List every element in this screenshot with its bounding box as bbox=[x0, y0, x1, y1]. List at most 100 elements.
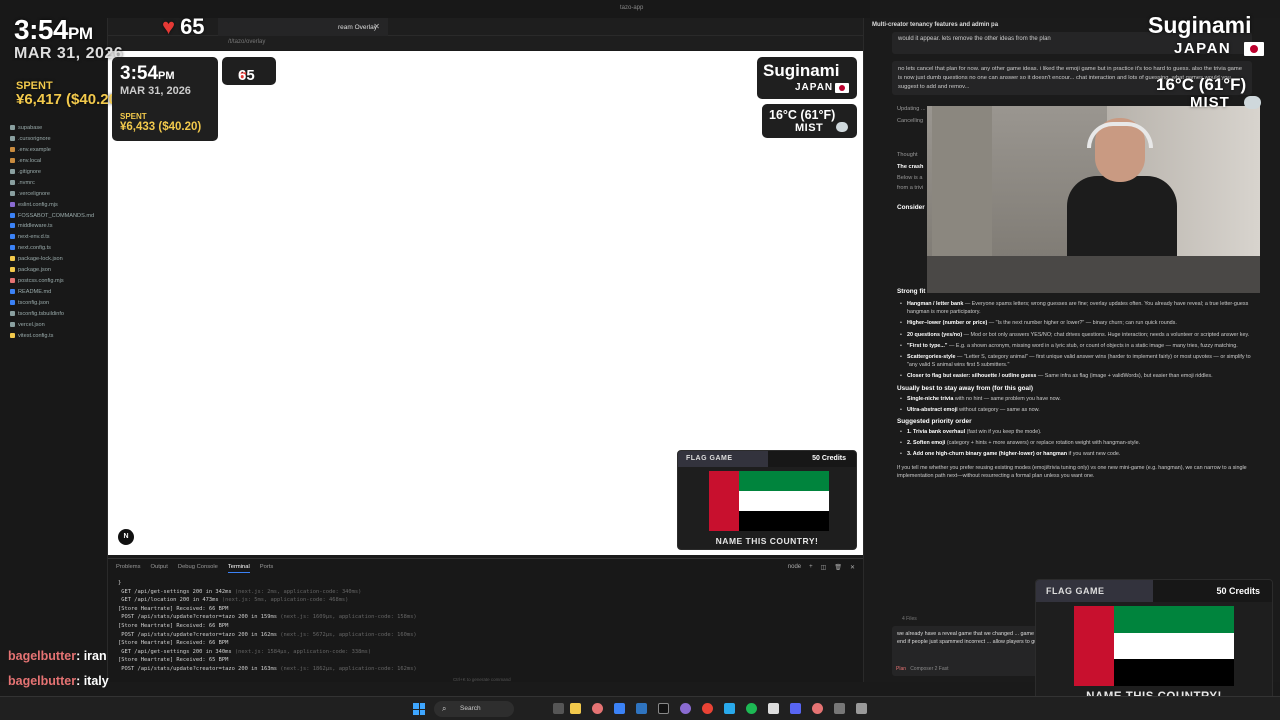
bullet-item: Higher–lower (number or price) — "Is the… bbox=[897, 319, 1257, 327]
files-changed[interactable]: 4 Files bbox=[902, 616, 917, 622]
flag-game-title: FLAG GAME bbox=[686, 455, 733, 462]
file-item[interactable]: vitest.config.ts bbox=[10, 331, 94, 342]
preview-heart-card: ♥ 65 bbox=[222, 57, 276, 85]
bullet-item: Single-niche trivia with no hint — same … bbox=[897, 395, 1257, 403]
file-item[interactable]: tsconfig.json bbox=[10, 298, 94, 309]
file-item[interactable]: .cursorignore bbox=[10, 134, 94, 145]
terminal-detail: (next.js: 2ms, application-code: 340ms) bbox=[231, 588, 362, 595]
file-item[interactable]: middleware.ts bbox=[10, 221, 94, 232]
file-item[interactable]: package-lock.json bbox=[10, 254, 94, 265]
section-heading: Consider bbox=[897, 204, 925, 211]
file-item[interactable]: postcss.config.mjs bbox=[10, 276, 94, 287]
xbox-icon[interactable] bbox=[746, 703, 757, 714]
bullet-bold: Single-niche trivia bbox=[907, 395, 954, 402]
bullet-item: "First to type..." — E.g. a shown acrony… bbox=[897, 342, 1257, 350]
file-item[interactable]: .gitignore bbox=[10, 167, 94, 178]
bullet-text: — Same infra as flag (image + validWords… bbox=[1036, 373, 1213, 380]
panel-tab[interactable]: Problems bbox=[116, 564, 140, 573]
file-item[interactable]: .env.example bbox=[10, 145, 94, 156]
discord-icon[interactable] bbox=[790, 703, 801, 714]
mist-icon bbox=[1244, 96, 1261, 109]
file-item[interactable]: .vercelignore bbox=[10, 189, 94, 200]
browser-url-bar[interactable]: /t/tazo/overlay bbox=[108, 36, 863, 50]
overlay-temperature: 16°C (61°F) bbox=[1156, 75, 1247, 94]
close-icon[interactable]: ✕ bbox=[373, 22, 380, 31]
heart-rate-value: 65 bbox=[180, 14, 205, 39]
file-icon bbox=[10, 256, 15, 262]
file-item[interactable]: vercel.json bbox=[10, 320, 94, 331]
mode-selector[interactable]: Plan bbox=[896, 666, 906, 672]
flag-game-credits: 50 Credits bbox=[812, 455, 846, 462]
taskbar-search[interactable]: ⌕ Search bbox=[434, 701, 514, 717]
file-item[interactable]: .env.local bbox=[10, 156, 94, 167]
split-icon[interactable]: ◫ bbox=[821, 564, 827, 571]
file-icon bbox=[10, 245, 15, 251]
model-selector[interactable]: Composer 2 Fast bbox=[910, 666, 948, 672]
editor-icon[interactable] bbox=[614, 703, 625, 714]
overlay-heart-rate: ♥ 65 bbox=[162, 14, 205, 40]
panel-tab[interactable]: Ports bbox=[260, 564, 274, 573]
bullet-bold: 1. Trivia bank overhaul bbox=[907, 429, 966, 436]
file-list: supabase .cursorignore .env.example .env.lo… bbox=[10, 123, 94, 342]
file-name: .gitignore bbox=[18, 168, 42, 175]
file-item[interactable]: eslint.config.mjs bbox=[10, 200, 94, 211]
file-item[interactable]: README.md bbox=[10, 287, 94, 298]
file-item[interactable]: supabase bbox=[10, 123, 94, 134]
terminal-text: } bbox=[118, 580, 122, 586]
file-item[interactable]: next-env.d.ts bbox=[10, 232, 94, 243]
windows-start-icon[interactable] bbox=[413, 703, 425, 715]
bottom-panel: Problems Output Debug Console Terminal Ports… bbox=[108, 558, 863, 682]
file-item[interactable]: tsconfig.tsbuildinfo bbox=[10, 309, 94, 320]
terminal-detail: (next.js: 1609µs, application-code: 158m… bbox=[277, 614, 417, 621]
panel-tab[interactable]: Debug Console bbox=[178, 564, 218, 573]
bullet-bold: Higher–lower (number or price) bbox=[907, 320, 988, 327]
obs-icon[interactable] bbox=[680, 703, 691, 714]
browser-icon[interactable] bbox=[592, 703, 603, 714]
close-icon[interactable]: ✕ bbox=[850, 564, 855, 571]
file-item[interactable]: next.config.ts bbox=[10, 243, 94, 254]
file-item[interactable]: .nvmrc bbox=[10, 178, 94, 189]
mist-icon bbox=[836, 122, 848, 132]
file-icon bbox=[10, 234, 15, 240]
terminal-output[interactable]: } GET /api/get-settings 200 in 342ms (ne… bbox=[118, 579, 858, 674]
add-terminal-icon[interactable]: + bbox=[809, 564, 813, 571]
bullet-text: (fast win if you keep the mode). bbox=[965, 429, 1042, 436]
chat-separator: : bbox=[76, 674, 84, 688]
task-view-icon[interactable] bbox=[553, 703, 564, 714]
panel-tab[interactable]: Output bbox=[150, 564, 167, 573]
app-icon[interactable] bbox=[812, 703, 823, 714]
terminal-text: POST /api/stats/update?creator=tazo 200 … bbox=[118, 631, 278, 638]
terminal-profile-label[interactable]: node bbox=[788, 564, 801, 571]
preview-ampm: PM bbox=[158, 70, 175, 82]
uae-flag-image bbox=[1074, 606, 1234, 686]
file-name: vercel.json bbox=[18, 321, 45, 328]
bullet-text: if you want new code. bbox=[1067, 451, 1121, 458]
file-explorer-icon[interactable] bbox=[570, 703, 581, 714]
tab-stream-overlay[interactable]: ream Overlay ✕ bbox=[218, 18, 388, 36]
nextjs-badge[interactable]: N bbox=[118, 529, 134, 545]
file-icon bbox=[10, 289, 15, 295]
panel-tab[interactable]: Terminal bbox=[227, 564, 250, 573]
file-item[interactable]: package.json bbox=[10, 265, 94, 276]
app-icon[interactable] bbox=[834, 703, 845, 714]
chat-username: bagelbutter bbox=[8, 649, 77, 663]
file-icon bbox=[10, 135, 15, 141]
bullet-item: 20 questions (yes/no) — Mod or bot only … bbox=[897, 331, 1257, 339]
file-name: tsconfig.tsbuildinfo bbox=[18, 310, 65, 317]
chrome-icon[interactable] bbox=[702, 703, 713, 714]
file-item[interactable]: FOSSABOT_COMMANDS.md bbox=[10, 211, 94, 222]
overlay-clock: 3:54PM bbox=[14, 14, 93, 46]
overlay-condition: MIST bbox=[1190, 94, 1230, 111]
chat-separator: : bbox=[76, 649, 84, 663]
bullet-item: 2. Soften emoji (category + hints + more… bbox=[897, 439, 1257, 447]
settings-icon[interactable] bbox=[856, 703, 867, 714]
vscode-icon[interactable] bbox=[636, 703, 647, 714]
telegram-icon[interactable] bbox=[724, 703, 735, 714]
file-name: .cursorignore bbox=[18, 135, 51, 142]
trash-icon[interactable]: 🗑 bbox=[834, 564, 842, 571]
terminal-text: [Store Heartrate] Received: 66 BPM bbox=[118, 622, 229, 629]
file-icon bbox=[10, 278, 15, 284]
terminal-text: POST /api/stats/update?creator=tazo 200 … bbox=[118, 665, 278, 672]
cursor-icon[interactable] bbox=[658, 703, 669, 714]
app-icon[interactable] bbox=[768, 703, 779, 714]
